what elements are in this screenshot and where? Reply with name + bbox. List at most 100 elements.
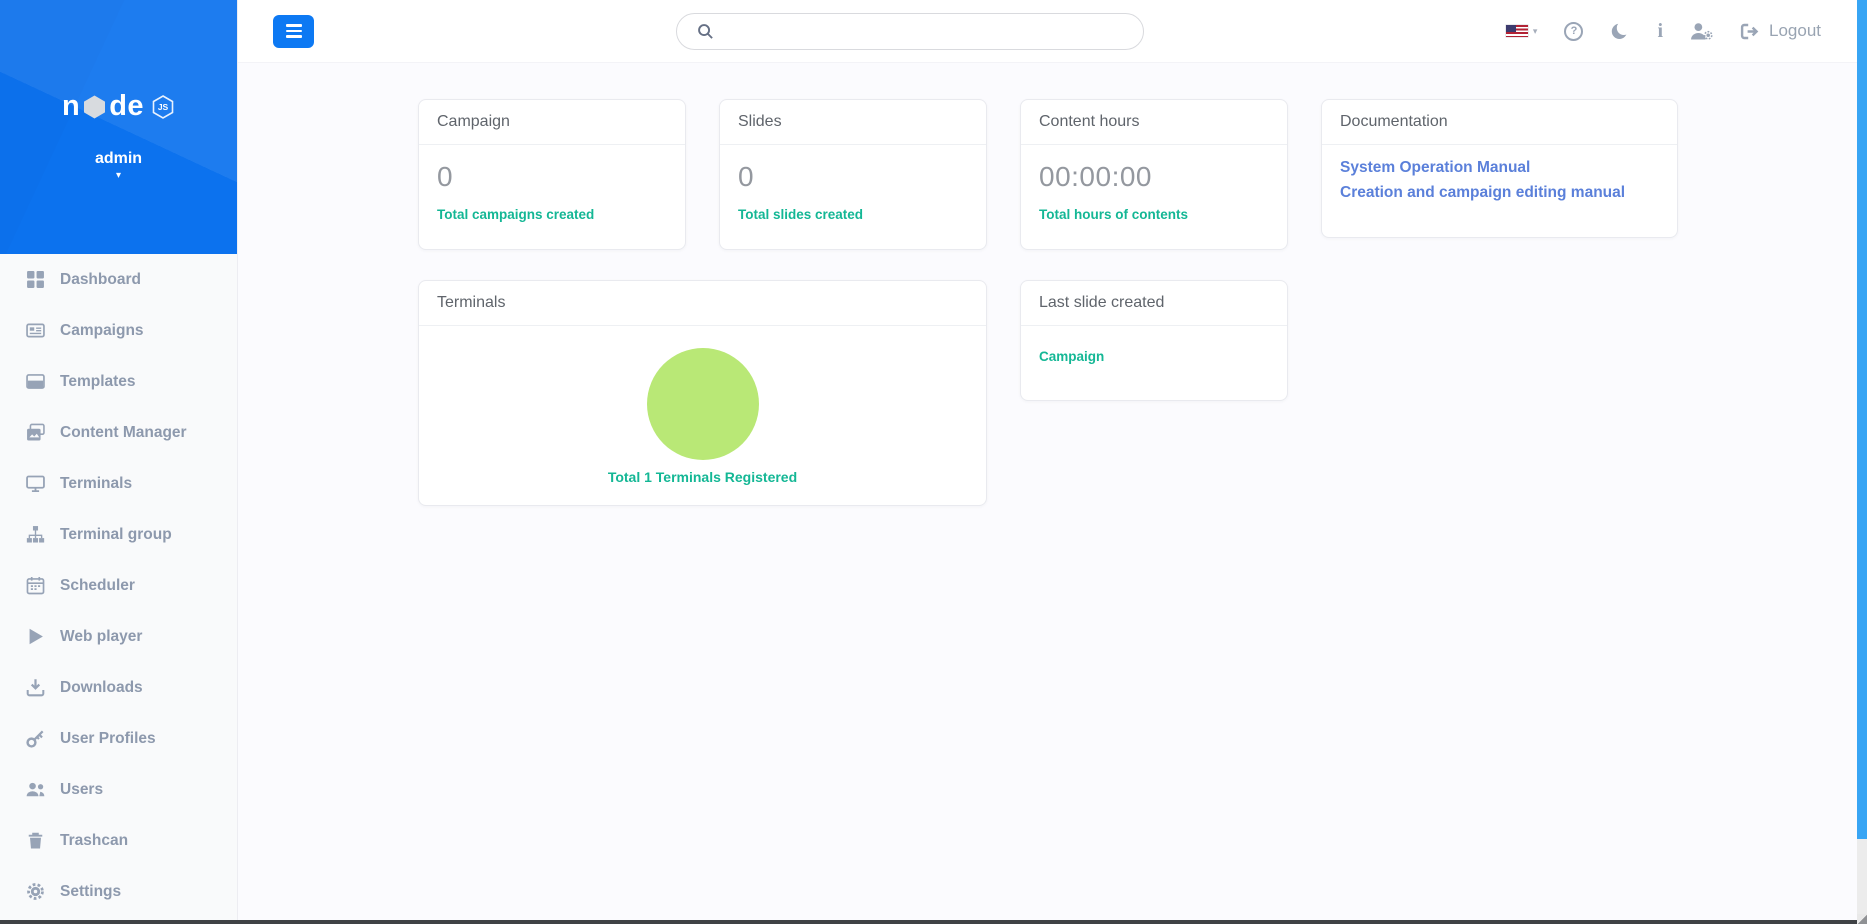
account-settings-button[interactable]: [1690, 22, 1713, 41]
moon-icon: [1612, 21, 1631, 39]
sidebar-item-web-player[interactable]: Web player: [0, 611, 237, 662]
logout-label: Logout: [1769, 21, 1821, 40]
terminals-chart-card: Terminals Total 1 Terminals Registered: [418, 280, 987, 506]
users-icon: [26, 782, 45, 797]
sidebar-item-scheduler[interactable]: Scheduler: [0, 560, 237, 611]
sidebar-item-user-profiles[interactable]: User Profiles: [0, 713, 237, 764]
doc-link-campaign-editing-manual[interactable]: Creation and campaign editing manual: [1340, 184, 1659, 202]
hexagon-icon: [84, 95, 106, 118]
language-selector[interactable]: ▾: [1505, 25, 1538, 37]
sidebar-item-label: Dashboard: [60, 270, 141, 288]
content-hours-value: 00:00:00: [1039, 161, 1152, 192]
documentation-card: Documentation System Operation Manual Cr…: [1321, 99, 1678, 238]
sidebar-header: n de JS admin ▾: [0, 0, 237, 254]
sidebar: n de JS admin ▾ Dashboard Campaigns Temp…: [0, 0, 238, 920]
chevron-down-icon: ▾: [1532, 25, 1538, 36]
campaign-count-value: 0: [437, 161, 454, 192]
nodejs-logo: n de JS: [0, 0, 237, 121]
sidebar-item-label: Content Manager: [60, 423, 187, 441]
logo-text: de: [109, 90, 145, 122]
terminals-pie-chart: [646, 348, 759, 460]
vertical-scrollbar-thumb[interactable]: [1857, 0, 1867, 839]
campaigns-icon: [26, 323, 45, 338]
user-gear-icon: [1691, 22, 1713, 40]
search-zone: [314, 12, 1506, 50]
sidebar-item-label: Campaigns: [60, 321, 144, 339]
horizontal-scrollbar[interactable]: [0, 920, 1867, 924]
sidebar-item-label: Scheduler: [60, 576, 135, 594]
sidebar-item-label: Users: [60, 780, 104, 798]
topbar-actions: ▾ ? i Logout: [1505, 21, 1857, 41]
card-title: Slides: [720, 100, 986, 145]
card-title: Content hours: [1021, 100, 1287, 145]
current-user-name: admin: [94, 150, 143, 167]
sidebar-item-label: User Profiles: [60, 729, 156, 747]
cards-grid: Campaign 0 Total campaigns created Slide…: [418, 99, 1678, 506]
logo-badge-text: JS: [157, 101, 169, 112]
sidebar-item-settings[interactable]: Settings: [0, 866, 237, 917]
sidebar-item-campaigns[interactable]: Campaigns: [0, 305, 237, 356]
scrollbar-corner: [1857, 914, 1867, 924]
templates-icon: [26, 374, 45, 389]
sidebar-item-users[interactable]: Users: [0, 764, 237, 815]
slides-caption: Total slides created: [738, 207, 864, 222]
user-menu-caret-icon[interactable]: ▾: [0, 171, 237, 181]
slides-count-value: 0: [738, 161, 755, 192]
card-title: Documentation: [1322, 100, 1677, 145]
sidebar-item-templates[interactable]: Templates: [0, 356, 237, 407]
sidebar-item-label: Templates: [60, 372, 136, 390]
last-slide-created-card: Last slide created Campaign: [1020, 280, 1288, 401]
card-title: Last slide created: [1021, 281, 1287, 326]
terminal-group-sitemap-icon: [26, 526, 45, 543]
slides-stat-card: Slides 0 Total slides created: [719, 99, 987, 250]
about-button[interactable]: i: [1657, 21, 1663, 41]
sidebar-item-dashboard[interactable]: Dashboard: [0, 254, 237, 305]
user-profiles-key-icon: [26, 730, 44, 748]
last-slide-campaign-link[interactable]: Campaign: [1039, 349, 1104, 364]
terminals-monitor-icon: [26, 475, 45, 492]
settings-gear-icon: [27, 883, 44, 900]
campaign-stat-card: Campaign 0 Total campaigns created: [418, 99, 686, 250]
web-player-play-icon: [29, 628, 43, 645]
card-title: Campaign: [419, 100, 685, 145]
downloads-icon: [26, 679, 45, 697]
logout-icon: [1740, 23, 1759, 39]
trashcan-icon: [28, 832, 43, 849]
vertical-scrollbar[interactable]: [1857, 0, 1867, 920]
hamburger-icon: [285, 24, 302, 27]
content-hours-stat-card: Content hours 00:00:00 Total hours of co…: [1020, 99, 1288, 250]
topbar: ▾ ? i Logout: [238, 0, 1857, 63]
terminals-caption: Total 1 Terminals Registered: [607, 469, 798, 485]
search-input[interactable]: [724, 12, 1143, 50]
help-icon: ?: [1564, 21, 1584, 41]
card-title: Terminals: [419, 281, 986, 326]
sidebar-menu: Dashboard Campaigns Templates Content Ma…: [0, 254, 237, 917]
dashboard-grid-icon: [27, 271, 44, 288]
sidebar-item-terminal-group[interactable]: Terminal group: [0, 509, 237, 560]
sidebar-item-trashcan[interactable]: Trashcan: [0, 815, 237, 866]
sidebar-item-label: Settings: [60, 882, 122, 900]
help-button[interactable]: ?: [1564, 21, 1584, 41]
content-manager-images-icon: [27, 423, 45, 441]
sidebar-item-downloads[interactable]: Downloads: [0, 662, 237, 713]
sidebar-item-terminals[interactable]: Terminals: [0, 458, 237, 509]
doc-link-system-operation-manual[interactable]: System Operation Manual: [1340, 159, 1659, 177]
scheduler-calendar-icon: [26, 577, 45, 595]
search-box[interactable]: [675, 12, 1144, 50]
info-icon: i: [1657, 20, 1663, 42]
hamburger-icon: [285, 29, 302, 33]
sidebar-item-label: Trashcan: [60, 831, 129, 849]
search-icon: [698, 23, 713, 39]
logout-button[interactable]: Logout: [1740, 21, 1821, 41]
us-flag-icon: [1505, 25, 1528, 37]
js-hexagon-badge-icon: JS: [151, 94, 175, 120]
dashboard-content: Campaign 0 Total campaigns created Slide…: [238, 63, 1857, 920]
sidebar-toggle-button[interactable]: [273, 14, 314, 48]
campaign-caption: Total campaigns created: [437, 207, 595, 222]
sidebar-item-content-manager[interactable]: Content Manager: [0, 407, 237, 458]
dark-mode-button[interactable]: [1610, 21, 1631, 41]
sidebar-item-label: Downloads: [60, 678, 143, 696]
logo-text: n: [61, 90, 81, 122]
app-screen: n de JS admin ▾ Dashboard Campaigns Temp…: [0, 0, 1867, 924]
content-hours-caption: Total hours of contents: [1039, 207, 1188, 222]
